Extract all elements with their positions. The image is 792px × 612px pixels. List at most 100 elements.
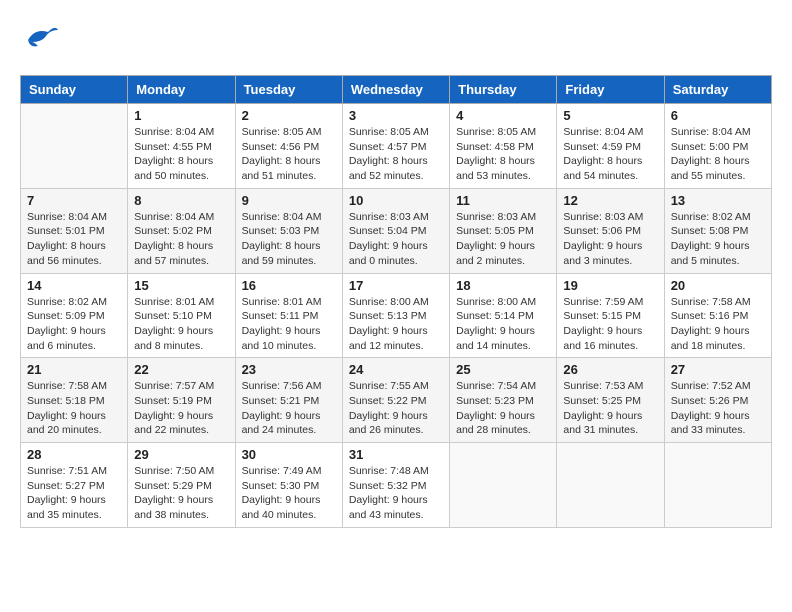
day-number: 8 — [134, 193, 228, 208]
calendar-table: SundayMondayTuesdayWednesdayThursdayFrid… — [20, 75, 772, 528]
day-info: Sunrise: 8:04 AMSunset: 5:01 PMDaylight:… — [27, 210, 121, 269]
calendar-week-row: 7 Sunrise: 8:04 AMSunset: 5:01 PMDaylight… — [21, 188, 772, 273]
calendar-cell: 17 Sunrise: 8:00 AMSunset: 5:13 PMDayligh… — [342, 273, 449, 358]
day-header-friday: Friday — [557, 76, 664, 104]
day-info: Sunrise: 7:54 AMSunset: 5:23 PMDaylight:… — [456, 379, 550, 438]
calendar-cell: 27 Sunrise: 7:52 AMSunset: 5:26 PMDayligh… — [664, 358, 771, 443]
calendar-cell: 8 Sunrise: 8:04 AMSunset: 5:02 PMDaylight… — [128, 188, 235, 273]
page-header — [20, 20, 772, 65]
day-info: Sunrise: 8:01 AMSunset: 5:10 PMDaylight:… — [134, 295, 228, 354]
day-info: Sunrise: 7:51 AMSunset: 5:27 PMDaylight:… — [27, 464, 121, 523]
day-info: Sunrise: 8:05 AMSunset: 4:57 PMDaylight:… — [349, 125, 443, 184]
calendar-cell: 5 Sunrise: 8:04 AMSunset: 4:59 PMDaylight… — [557, 104, 664, 189]
day-number: 27 — [671, 362, 765, 377]
day-number: 19 — [563, 278, 657, 293]
day-info: Sunrise: 8:04 AMSunset: 5:00 PMDaylight:… — [671, 125, 765, 184]
calendar-cell: 2 Sunrise: 8:05 AMSunset: 4:56 PMDaylight… — [235, 104, 342, 189]
calendar-cell: 26 Sunrise: 7:53 AMSunset: 5:25 PMDayligh… — [557, 358, 664, 443]
day-number: 23 — [242, 362, 336, 377]
day-number: 2 — [242, 108, 336, 123]
day-info: Sunrise: 7:58 AMSunset: 5:18 PMDaylight:… — [27, 379, 121, 438]
day-info: Sunrise: 8:03 AMSunset: 5:05 PMDaylight:… — [456, 210, 550, 269]
day-number: 6 — [671, 108, 765, 123]
day-number: 25 — [456, 362, 550, 377]
day-number: 7 — [27, 193, 121, 208]
calendar-cell: 9 Sunrise: 8:04 AMSunset: 5:03 PMDaylight… — [235, 188, 342, 273]
day-number: 24 — [349, 362, 443, 377]
calendar-cell: 3Sunrise: 8:05 AMSunset: 4:57 PMDaylight… — [342, 104, 449, 189]
day-header-sunday: Sunday — [21, 76, 128, 104]
calendar-cell: 21 Sunrise: 7:58 AMSunset: 5:18 PMDayligh… — [21, 358, 128, 443]
calendar-cell: 22Sunrise: 7:57 AMSunset: 5:19 PMDayligh… — [128, 358, 235, 443]
logo — [20, 20, 64, 65]
calendar-cell: 25 Sunrise: 7:54 AMSunset: 5:23 PMDayligh… — [450, 358, 557, 443]
day-info: Sunrise: 7:55 AMSunset: 5:22 PMDaylight:… — [349, 379, 443, 438]
day-number: 4 — [456, 108, 550, 123]
day-number: 28 — [27, 447, 121, 462]
calendar-week-row: 28 Sunrise: 7:51 AMSunset: 5:27 PMDayligh… — [21, 443, 772, 528]
day-number: 31 — [349, 447, 443, 462]
day-header-wednesday: Wednesday — [342, 76, 449, 104]
day-number: 14 — [27, 278, 121, 293]
day-info: Sunrise: 8:04 AMSunset: 5:03 PMDaylight:… — [242, 210, 336, 269]
day-info: Sunrise: 7:52 AMSunset: 5:26 PMDaylight:… — [671, 379, 765, 438]
calendar-cell: 23Sunrise: 7:56 AMSunset: 5:21 PMDayligh… — [235, 358, 342, 443]
day-info: Sunrise: 7:53 AMSunset: 5:25 PMDaylight:… — [563, 379, 657, 438]
day-info: Sunrise: 8:04 AMSunset: 5:02 PMDaylight:… — [134, 210, 228, 269]
day-info: Sunrise: 8:05 AMSunset: 4:58 PMDaylight:… — [456, 125, 550, 184]
logo-bird-icon — [20, 20, 60, 60]
calendar-week-row: 14 Sunrise: 8:02 AMSunset: 5:09 PMDayligh… — [21, 273, 772, 358]
calendar-cell: 4 Sunrise: 8:05 AMSunset: 4:58 PMDaylight… — [450, 104, 557, 189]
day-number: 1 — [134, 108, 228, 123]
calendar-cell: 16Sunrise: 8:01 AMSunset: 5:11 PMDayligh… — [235, 273, 342, 358]
day-number: 5 — [563, 108, 657, 123]
calendar-cell: 24 Sunrise: 7:55 AMSunset: 5:22 PMDayligh… — [342, 358, 449, 443]
day-number: 9 — [242, 193, 336, 208]
day-number: 10 — [349, 193, 443, 208]
calendar-cell — [557, 443, 664, 528]
day-number: 11 — [456, 193, 550, 208]
day-info: Sunrise: 8:02 AMSunset: 5:08 PMDaylight:… — [671, 210, 765, 269]
calendar-cell: 31 Sunrise: 7:48 AMSunset: 5:32 PMDayligh… — [342, 443, 449, 528]
day-info: Sunrise: 8:00 AMSunset: 5:13 PMDaylight:… — [349, 295, 443, 354]
day-info: Sunrise: 8:03 AMSunset: 5:06 PMDaylight:… — [563, 210, 657, 269]
calendar-week-row: 1 Sunrise: 8:04 AMSunset: 4:55 PMDaylight… — [21, 104, 772, 189]
day-header-tuesday: Tuesday — [235, 76, 342, 104]
calendar-cell: 14 Sunrise: 8:02 AMSunset: 5:09 PMDayligh… — [21, 273, 128, 358]
day-info: Sunrise: 7:49 AMSunset: 5:30 PMDaylight:… — [242, 464, 336, 523]
day-number: 29 — [134, 447, 228, 462]
calendar-cell: 7 Sunrise: 8:04 AMSunset: 5:01 PMDaylight… — [21, 188, 128, 273]
calendar-week-row: 21 Sunrise: 7:58 AMSunset: 5:18 PMDayligh… — [21, 358, 772, 443]
calendar-cell: 28 Sunrise: 7:51 AMSunset: 5:27 PMDayligh… — [21, 443, 128, 528]
day-info: Sunrise: 8:04 AMSunset: 4:59 PMDaylight:… — [563, 125, 657, 184]
day-info: Sunrise: 8:03 AMSunset: 5:04 PMDaylight:… — [349, 210, 443, 269]
day-header-saturday: Saturday — [664, 76, 771, 104]
calendar-cell — [450, 443, 557, 528]
day-number: 15 — [134, 278, 228, 293]
day-header-monday: Monday — [128, 76, 235, 104]
day-number: 26 — [563, 362, 657, 377]
day-number: 22 — [134, 362, 228, 377]
day-info: Sunrise: 8:05 AMSunset: 4:56 PMDaylight:… — [242, 125, 336, 184]
day-info: Sunrise: 7:58 AMSunset: 5:16 PMDaylight:… — [671, 295, 765, 354]
calendar-cell: 20Sunrise: 7:58 AMSunset: 5:16 PMDayligh… — [664, 273, 771, 358]
day-number: 21 — [27, 362, 121, 377]
calendar-cell: 11 Sunrise: 8:03 AMSunset: 5:05 PMDayligh… — [450, 188, 557, 273]
calendar-cell: 29Sunrise: 7:50 AMSunset: 5:29 PMDayligh… — [128, 443, 235, 528]
day-info: Sunrise: 8:02 AMSunset: 5:09 PMDaylight:… — [27, 295, 121, 354]
calendar-cell: 13Sunrise: 8:02 AMSunset: 5:08 PMDayligh… — [664, 188, 771, 273]
day-header-thursday: Thursday — [450, 76, 557, 104]
calendar-cell: 18Sunrise: 8:00 AMSunset: 5:14 PMDayligh… — [450, 273, 557, 358]
calendar-cell — [664, 443, 771, 528]
calendar-cell — [21, 104, 128, 189]
calendar-header-row: SundayMondayTuesdayWednesdayThursdayFrid… — [21, 76, 772, 104]
day-info: Sunrise: 8:00 AMSunset: 5:14 PMDaylight:… — [456, 295, 550, 354]
calendar-cell: 1 Sunrise: 8:04 AMSunset: 4:55 PMDaylight… — [128, 104, 235, 189]
day-info: Sunrise: 8:04 AMSunset: 4:55 PMDaylight:… — [134, 125, 228, 184]
calendar-cell: 30Sunrise: 7:49 AMSunset: 5:30 PMDayligh… — [235, 443, 342, 528]
day-info: Sunrise: 8:01 AMSunset: 5:11 PMDaylight:… — [242, 295, 336, 354]
day-info: Sunrise: 7:48 AMSunset: 5:32 PMDaylight:… — [349, 464, 443, 523]
calendar-cell: 10 Sunrise: 8:03 AMSunset: 5:04 PMDayligh… — [342, 188, 449, 273]
calendar-cell: 6 Sunrise: 8:04 AMSunset: 5:00 PMDaylight… — [664, 104, 771, 189]
day-number: 17 — [349, 278, 443, 293]
